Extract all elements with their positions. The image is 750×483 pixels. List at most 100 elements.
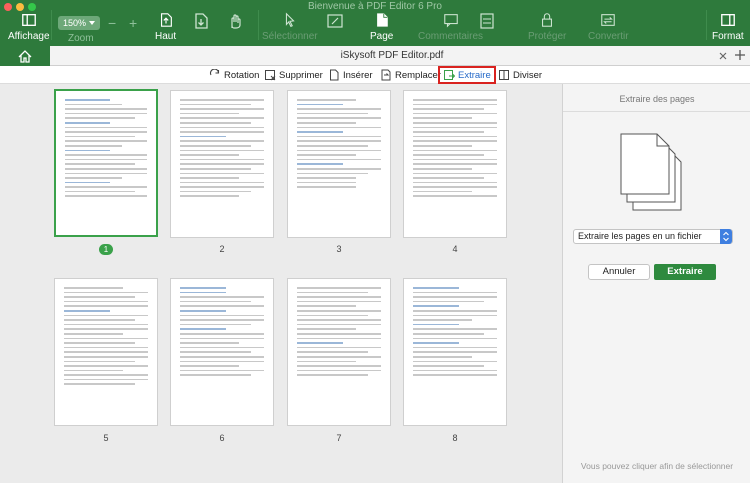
convert-button[interactable]: Convertir [588, 12, 629, 42]
delete-page-icon [265, 70, 276, 81]
cancel-button[interactable]: Annuler [588, 264, 650, 280]
page-number: 6 [219, 433, 225, 443]
hand-tool-button[interactable] [226, 12, 244, 42]
replace-page-icon [381, 69, 391, 81]
zoom-label: Zoom [68, 33, 94, 44]
split-page-icon [499, 70, 509, 80]
extract-button[interactable]: Extraire [654, 264, 716, 280]
home-tab[interactable] [0, 46, 50, 66]
extraire-label: Extraire [458, 69, 491, 81]
page-icon [376, 13, 388, 27]
form-button[interactable] [478, 12, 496, 42]
protect-button[interactable]: Protéger [528, 12, 566, 42]
page-thumbnail[interactable] [54, 278, 158, 426]
cursor-icon [285, 12, 295, 28]
page-preview [180, 287, 264, 417]
toolbar-divider [51, 10, 52, 40]
insert-page-icon [330, 69, 339, 81]
page-down-icon [195, 13, 208, 29]
extraire-button[interactable]: Extraire [438, 66, 496, 84]
format-panel-icon [720, 14, 735, 26]
rotation-button[interactable]: Rotation [209, 67, 259, 83]
edit-text-icon [327, 14, 343, 28]
page-thumbnail[interactable] [287, 278, 391, 426]
zoom-in-icon[interactable]: + [129, 15, 137, 31]
remplacer-label: Remplacer [395, 69, 441, 81]
page-thumbnail[interactable] [170, 278, 274, 426]
page-thumbnail[interactable] [287, 90, 391, 238]
main-toolbar: Bienvenue à PDF Editor 6 Pro Affichage 1… [0, 0, 750, 46]
page-thumbnail[interactable] [170, 90, 274, 238]
panel-divider [563, 111, 750, 112]
page-button[interactable]: Page [370, 12, 393, 42]
convert-icon [601, 14, 616, 26]
diviser-label: Diviser [513, 69, 543, 81]
page-thumbnail[interactable] [54, 89, 158, 237]
extract-panel: Extraire des pages Extraire les pages en… [562, 84, 750, 483]
edit-text-button[interactable] [326, 12, 344, 42]
page-preview [413, 287, 497, 417]
page-preview [64, 287, 148, 417]
remplacer-button[interactable]: Remplacer [380, 67, 441, 83]
select-arrow-icon [720, 229, 732, 244]
zoom-select[interactable]: 150% [58, 16, 100, 30]
diviser-button[interactable]: Diviser [498, 67, 542, 83]
page-label: Page [370, 31, 394, 42]
selection-hint: Vous pouvez cliquer afin de sélectionner [580, 461, 734, 471]
window-title: Bienvenue à PDF Editor 6 Pro [308, 1, 442, 12]
extract-page-icon [444, 70, 455, 80]
supprimer-button[interactable]: Supprimer [264, 67, 323, 83]
page-up-icon [160, 13, 172, 27]
page-number-badge: 1 [99, 244, 113, 255]
affichage-label: Affichage [8, 31, 50, 42]
pages-stack-icon [620, 133, 682, 211]
page-number: 7 [336, 433, 342, 443]
rotate-icon [209, 69, 220, 76]
page-preview [413, 99, 497, 229]
document-tab[interactable]: iSkysoft PDF Editor.pdf [52, 46, 732, 66]
select-label: Sélectionner [262, 31, 318, 42]
zoom-out-icon[interactable]: − [108, 15, 116, 31]
convert-label: Convertir [588, 31, 629, 42]
affichage-button[interactable]: Affichage [8, 12, 50, 42]
inserer-button[interactable]: Insérer [328, 67, 373, 83]
page-number: 3 [336, 244, 342, 254]
panel-title: Extraire des pages [619, 94, 695, 104]
format-button[interactable]: Format [712, 12, 744, 42]
page-preview [180, 99, 264, 229]
close-tab-icon[interactable] [717, 50, 729, 62]
haut-label: Haut [155, 31, 177, 42]
sidebar-view-icon [21, 14, 36, 26]
rotation-label: Rotation [224, 69, 260, 81]
page-action-bar: Rotation Supprimer Insérer Remplacer Ext… [0, 66, 750, 84]
select-tool-button[interactable]: Sélectionner [262, 12, 318, 42]
page-preview [297, 287, 381, 417]
page-down-button[interactable] [192, 12, 210, 42]
format-label: Format [712, 31, 744, 42]
page-number: 4 [452, 244, 458, 254]
page-thumbnail-grid: 1 2 3 4 5 6 7 8 [0, 84, 562, 483]
hand-icon [231, 14, 241, 29]
toolbar-divider [258, 10, 259, 40]
page-preview [297, 99, 381, 229]
comment-button[interactable]: Commentaires [418, 12, 483, 42]
page-number: 5 [103, 433, 109, 443]
lock-icon [542, 13, 553, 27]
haut-button[interactable]: Haut [155, 12, 176, 42]
extract-mode-select[interactable]: Extraire les pages en un fichier [573, 229, 733, 244]
supprimer-label: Supprimer [279, 69, 323, 81]
inserer-label: Insérer [343, 69, 373, 81]
comment-label: Commentaires [418, 31, 484, 42]
page-thumbnail[interactable] [403, 90, 507, 238]
page-preview [65, 99, 147, 227]
form-icon [480, 13, 494, 29]
page-number: 2 [219, 244, 225, 254]
extract-mode-value: Extraire les pages en un fichier [578, 231, 702, 241]
new-tab-icon[interactable] [733, 48, 747, 62]
tab-bar: iSkysoft PDF Editor.pdf [0, 46, 750, 66]
home-icon [18, 49, 32, 63]
page-thumbnail[interactable] [403, 278, 507, 426]
protect-label: Protéger [528, 31, 567, 42]
toolbar-divider [706, 10, 707, 40]
page-number: 8 [452, 433, 458, 443]
